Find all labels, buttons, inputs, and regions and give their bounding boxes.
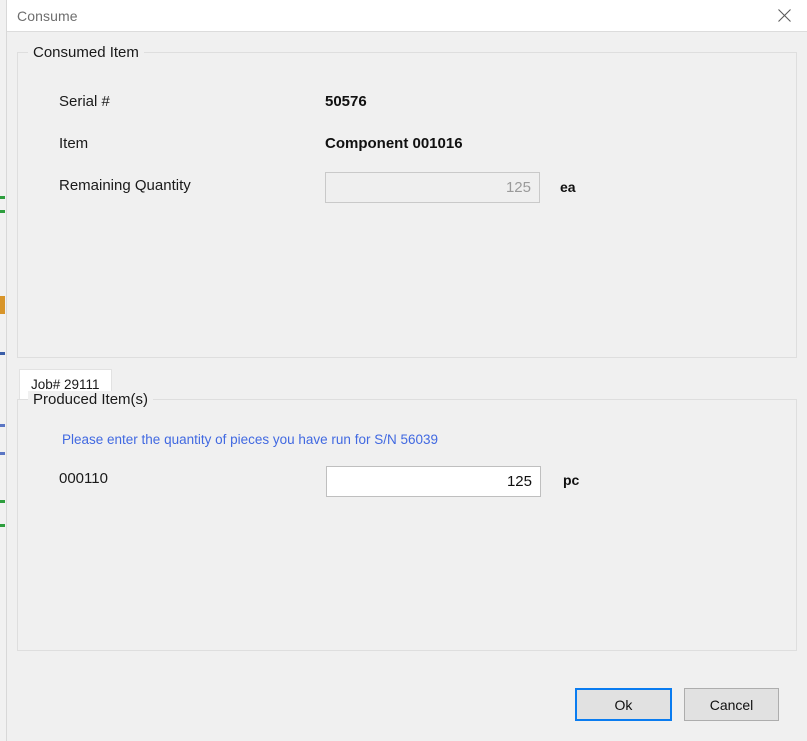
- produced-quantity-unit: pc: [563, 472, 580, 488]
- ok-button-label: Ok: [614, 696, 633, 713]
- item-label: Item: [59, 135, 89, 152]
- consume-dialog: Consume Consumed Item Serial # 50576 Ite…: [7, 0, 807, 741]
- window-title: Consume: [17, 8, 78, 24]
- background-fleck: [0, 210, 5, 213]
- background-fleck: [0, 452, 5, 455]
- background-fleck: [0, 424, 5, 427]
- ok-button[interactable]: Ok: [575, 688, 672, 721]
- cancel-button[interactable]: Cancel: [684, 688, 779, 721]
- produced-quantity-input[interactable]: [326, 466, 541, 497]
- consumed-item-groupbox: Consumed Item: [17, 44, 797, 358]
- background-fleck: [0, 524, 5, 527]
- background-fleck: [0, 352, 5, 355]
- background-fleck: [0, 296, 5, 314]
- remaining-quantity-label: Remaining Quantity: [59, 177, 191, 194]
- tab-job-29111-label: Job# 29111: [31, 377, 100, 392]
- title-bar: Consume: [7, 0, 807, 32]
- serial-number-value: 50576: [325, 93, 367, 110]
- remaining-quantity-unit: ea: [560, 179, 576, 195]
- background-application-sliver: [0, 0, 7, 741]
- background-fleck: [0, 196, 5, 199]
- background-fleck: [0, 500, 5, 503]
- produced-items-hint: Please enter the quantity of pieces you …: [62, 432, 438, 447]
- produced-item-label: 000110: [59, 470, 108, 487]
- close-icon[interactable]: [761, 0, 807, 31]
- produced-items-legend: Produced Item(s): [28, 391, 154, 408]
- cancel-button-label: Cancel: [709, 696, 754, 713]
- item-value: Component 001016: [325, 135, 463, 152]
- serial-number-label: Serial #: [59, 93, 110, 110]
- remaining-quantity-input[interactable]: [325, 172, 540, 203]
- consumed-item-legend: Consumed Item: [28, 44, 144, 61]
